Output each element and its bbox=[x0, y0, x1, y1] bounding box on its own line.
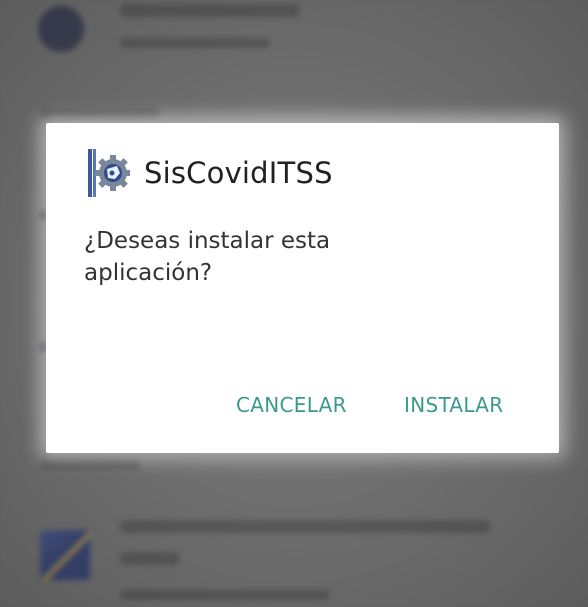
tech-institute-gear-logo-icon bbox=[88, 149, 130, 197]
dialog-actions: CANCELAR INSTALAR bbox=[46, 393, 559, 427]
install-question: ¿Deseas instalar esta aplicación? bbox=[84, 228, 331, 286]
install-dialog: SisCovidITSS ¿Deseas instalar esta aplic… bbox=[46, 123, 559, 453]
cancel-button[interactable]: CANCELAR bbox=[236, 393, 347, 417]
app-name: SisCovidITSS bbox=[144, 156, 333, 190]
install-button[interactable]: INSTALAR bbox=[404, 393, 503, 417]
dialog-header: SisCovidITSS bbox=[88, 149, 333, 197]
